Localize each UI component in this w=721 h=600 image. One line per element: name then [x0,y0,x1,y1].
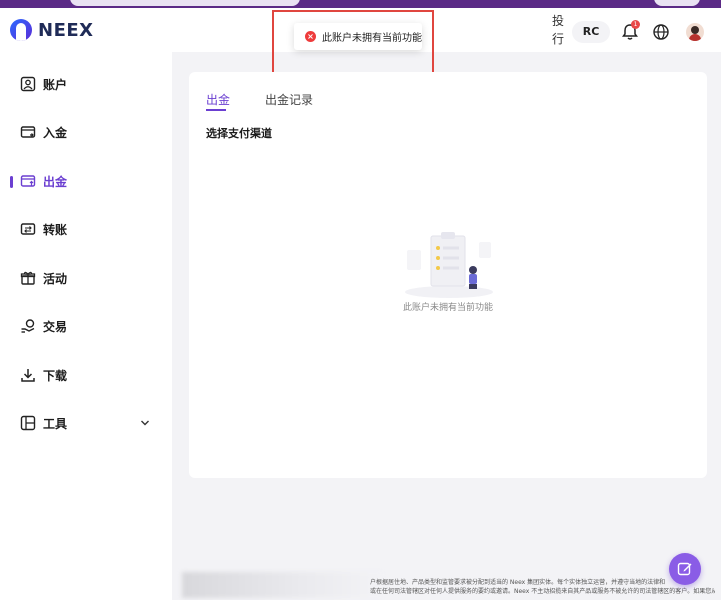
empty-state-text: 此账户未拥有当前功能 [402,303,493,313]
withdraw-icon [20,175,36,187]
withdraw-card: 出金 出金记录 选择支付渠道 此账户未拥有当前功能 [189,72,707,478]
footer: 户根据居住地、产品类型和监管要求被分配到适当的 Neex 集团实体。每个实体独立… [172,568,721,600]
sidebar-item-withdraw[interactable]: 出金 [0,163,172,199]
error-x-icon: × [305,31,316,42]
user-avatar[interactable] [686,23,704,41]
tab-withdraw-records[interactable]: 出金记录 [265,91,313,108]
footer-blurred-region [182,572,382,598]
sidebar-item-download[interactable]: 下载 [0,357,172,393]
download-icon [21,369,35,382]
logo-mark-icon [10,19,32,41]
sidebar-item-label: 工具 [43,416,68,431]
address-bar[interactable] [70,0,300,6]
header-menu-line1: 投 [551,14,564,28]
gift-icon [20,271,36,285]
browser-profile[interactable] [654,0,700,6]
account-icon [20,76,36,92]
sidebar-item-account[interactable]: 账户 [0,66,172,102]
chevron-down-icon[interactable] [140,418,150,428]
rc-button[interactable]: RC [572,21,610,43]
sidebar: 账户 入金 出金 转账 活动 交易 下载 工具 [0,52,172,600]
browser-bar [0,0,721,8]
sidebar-item-trade[interactable]: 交易 [0,308,172,344]
trade-icon [21,319,35,333]
empty-state-illustration [405,232,493,298]
header-menu-line2: 行 [551,32,564,46]
payment-channel-label: 选择支付渠道 [206,127,272,140]
logo-text: NEEX [38,19,94,41]
feedback-button[interactable] [669,553,701,585]
toast-message: 此账户未拥有当前功能 [322,33,422,44]
sidebar-item-tools[interactable]: 工具 [0,405,172,441]
sidebar-item-label: 出金 [43,174,68,189]
sidebar-item-label: 交易 [43,319,68,334]
deposit-icon [20,126,36,138]
sidebar-item-label: 下载 [43,368,68,383]
sidebar-item-deposit[interactable]: 入金 [0,114,172,150]
edit-icon [677,562,692,576]
tab-active-underline [206,109,226,111]
sidebar-item-label: 转账 [43,222,68,237]
globe-icon[interactable] [652,23,670,41]
sidebar-item-label: 账户 [43,77,68,92]
transfer-icon [20,223,36,235]
sidebar-item-label: 入金 [43,125,68,140]
tools-icon [20,415,36,431]
notification-badge: 1 [631,20,640,29]
tab-withdraw[interactable]: 出金 [206,91,230,108]
sidebar-item-activity[interactable]: 活动 [0,260,172,296]
error-toast: × 此账户未拥有当前功能 [294,23,422,50]
brand-logo[interactable]: NEEX [10,19,94,41]
footer-disclaimer: 户根据居住地、产品类型和监管要求被分配到适当的 Neex 集团实体。每个实体独立… [370,579,715,595]
sidebar-item-transfer[interactable]: 转账 [0,211,172,247]
header-menu-trade[interactable]: 投 行 [548,12,568,48]
sidebar-item-label: 活动 [43,271,68,286]
